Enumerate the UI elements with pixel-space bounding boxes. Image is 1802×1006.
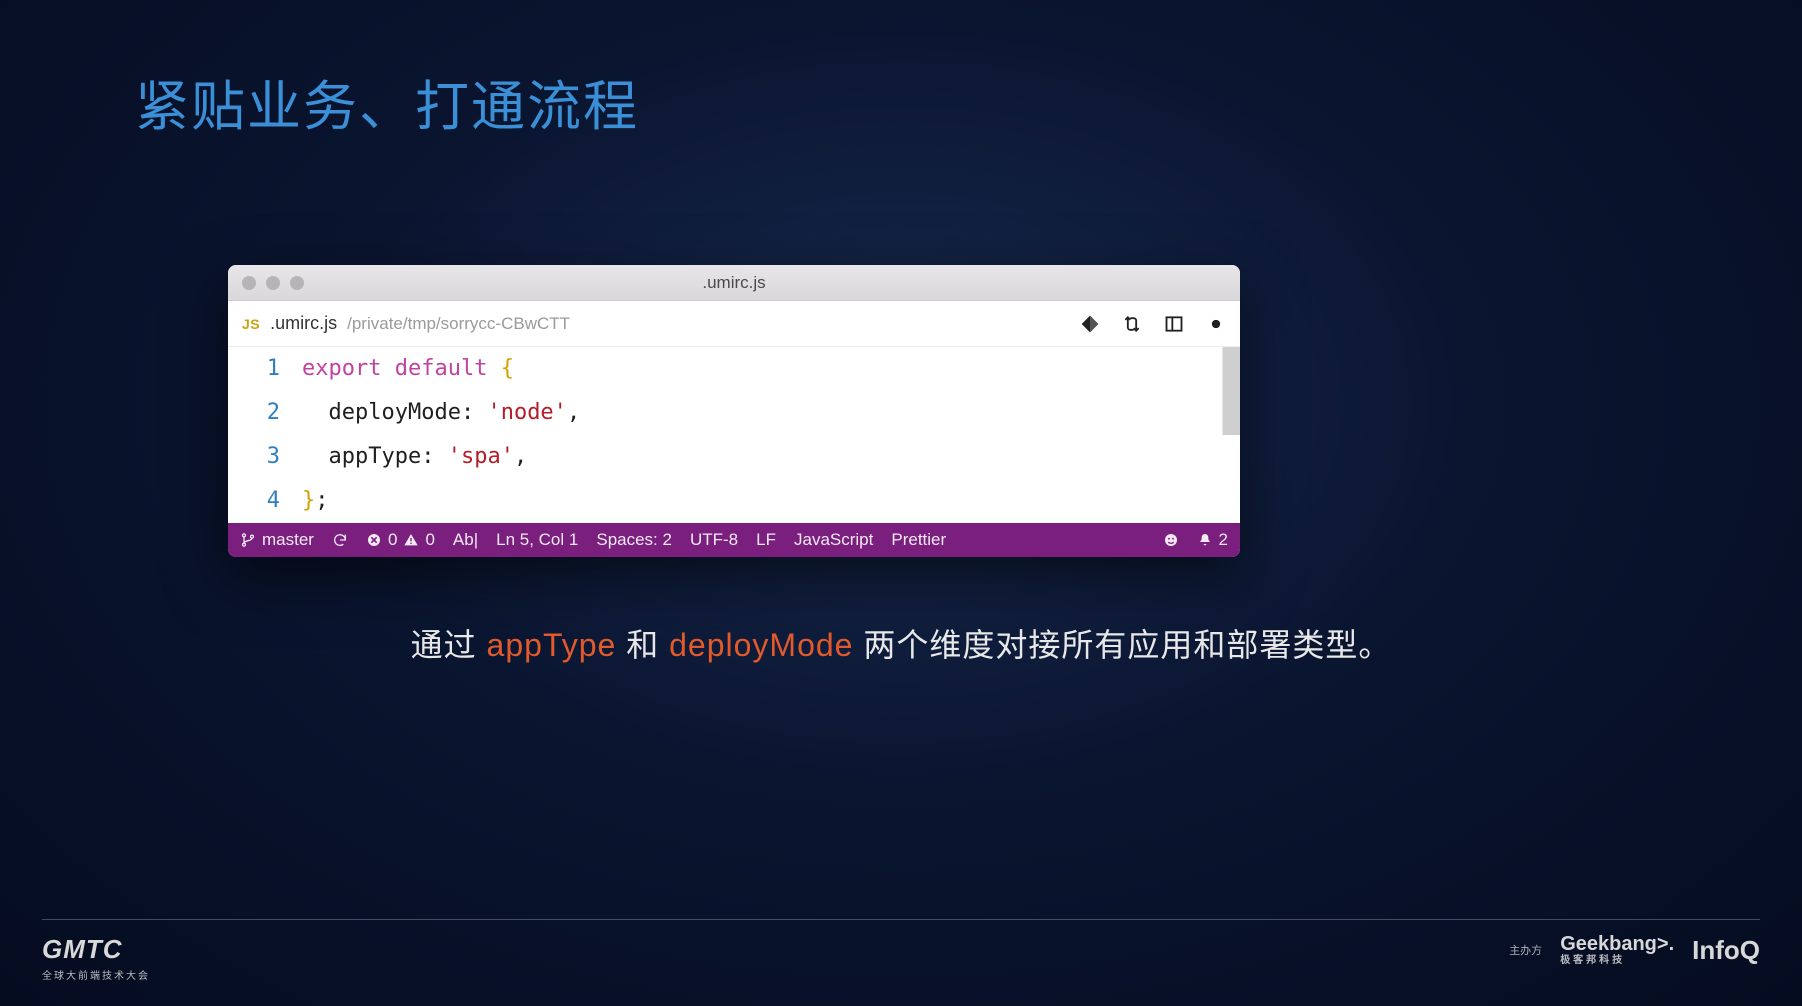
gmtc-logo: GMTC	[42, 934, 150, 965]
footer-right-sponsors: 主办方 Geekbang>. 极客邦科技 InfoQ	[1509, 934, 1760, 966]
git-branch-segment[interactable]: master	[240, 530, 314, 550]
sponsor-label: 主办方	[1509, 942, 1542, 958]
line-number: 2	[228, 391, 280, 435]
cursor-position-segment[interactable]: Ln 5, Col 1	[496, 530, 578, 550]
problems-segment[interactable]: 0 0	[366, 530, 435, 550]
footer-left-logo: GMTC 全球大前端技术大会	[42, 934, 150, 982]
zoom-icon[interactable]	[290, 276, 304, 290]
sync-icon	[332, 532, 348, 548]
encoding-segment[interactable]: UTF-8	[690, 530, 738, 550]
sync-segment[interactable]	[332, 532, 348, 548]
file-type-badge: JS	[242, 316, 260, 332]
tab-filepath: /private/tmp/sorrycc-CBwCTT	[347, 314, 570, 334]
traffic-lights	[242, 276, 304, 290]
language-mode-segment[interactable]: JavaScript	[794, 530, 873, 550]
code-content: export default { deployMode: 'node', app…	[302, 347, 1240, 523]
notification-count: 2	[1219, 530, 1228, 550]
formatter-segment[interactable]: Prettier	[891, 530, 946, 550]
editor-tabbar: JS .umirc.js /private/tmp/sorrycc-CBwCTT	[228, 301, 1240, 347]
minimize-icon[interactable]	[266, 276, 280, 290]
gmtc-subtitle: 全球大前端技术大会	[42, 967, 150, 982]
smiley-icon	[1163, 532, 1179, 548]
line-gutter: 1 2 3 4	[228, 347, 302, 523]
line-number: 1	[228, 347, 280, 391]
git-branch-icon	[240, 532, 256, 548]
slide-title: 紧贴业务、打通流程	[135, 62, 639, 141]
bell-icon	[1197, 532, 1213, 548]
branch-name: master	[262, 530, 314, 550]
warning-icon	[403, 532, 419, 548]
feedback-segment[interactable]	[1163, 532, 1179, 548]
minimap-scrollbar[interactable]	[1222, 347, 1240, 435]
line-number: 3	[228, 435, 280, 479]
split-layout-icon[interactable]	[1164, 314, 1184, 334]
code-editor[interactable]: 1 2 3 4 export default { deployMode: 'no…	[228, 347, 1240, 523]
notifications-segment[interactable]: 2	[1197, 530, 1228, 550]
infoq-logo: InfoQ	[1692, 935, 1760, 966]
slide-footer: GMTC 全球大前端技术大会 主办方 Geekbang>. 极客邦科技 Info…	[42, 919, 1760, 982]
ab-segment[interactable]: Ab|	[453, 530, 478, 550]
git-compare-icon[interactable]	[1122, 314, 1142, 334]
status-bar: master 0 0 Ab| Ln 5, Col 1 Spaces: 2 UTF…	[228, 523, 1240, 557]
close-icon[interactable]	[242, 276, 256, 290]
tab-filename[interactable]: .umirc.js	[270, 313, 337, 334]
highlight-deploymode: deployMode	[669, 627, 853, 663]
window-title: .umirc.js	[228, 273, 1240, 293]
error-icon	[366, 532, 382, 548]
line-number: 4	[228, 479, 280, 523]
error-count: 0	[388, 530, 397, 550]
slide-caption: 通过 appType 和 deployMode 两个维度对接所有应用和部署类型。	[0, 620, 1802, 666]
diamond-icon[interactable]	[1080, 314, 1100, 334]
modified-dot-icon	[1206, 314, 1226, 334]
warning-count: 0	[425, 530, 434, 550]
window-titlebar: .umirc.js	[228, 265, 1240, 301]
editor-window: .umirc.js JS .umirc.js /private/tmp/sorr…	[228, 265, 1240, 557]
geekbang-logo: Geekbang>. 极客邦科技	[1560, 934, 1674, 966]
highlight-apptype: appType	[487, 627, 617, 663]
indentation-segment[interactable]: Spaces: 2	[596, 530, 672, 550]
eol-segment[interactable]: LF	[756, 530, 776, 550]
